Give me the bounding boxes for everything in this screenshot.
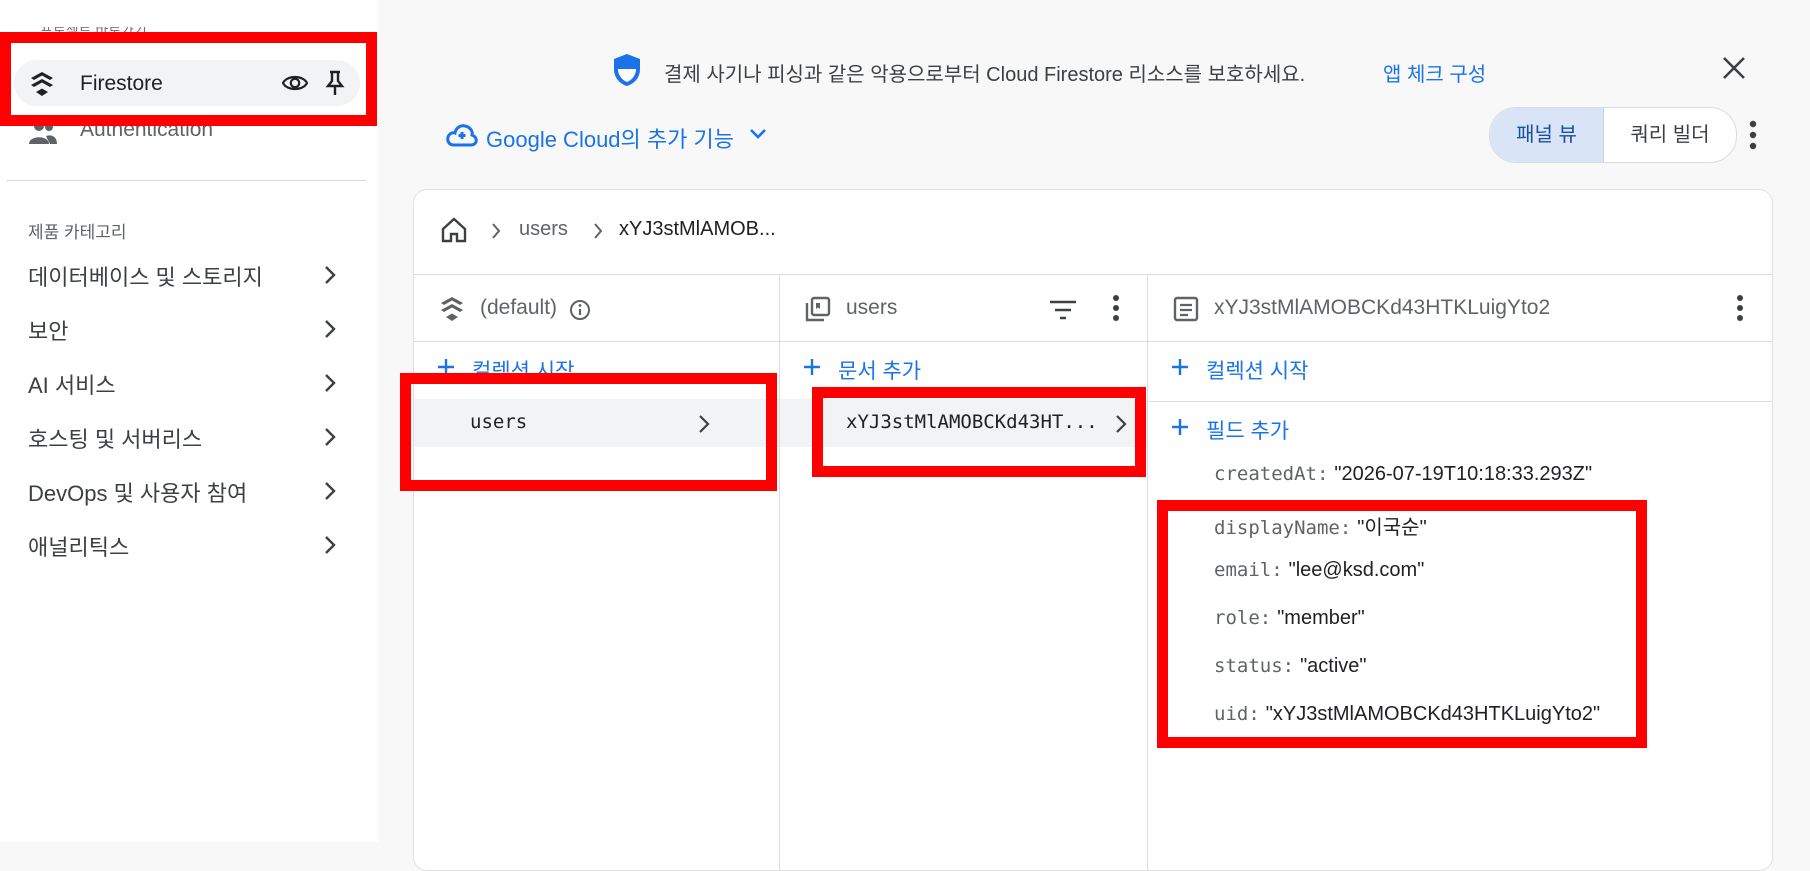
- field-key: createdAt:: [1214, 463, 1329, 485]
- plus-icon: [804, 359, 820, 375]
- field-value: "2026-07-19T10:18:33.293Z": [1334, 463, 1593, 485]
- google-cloud-dropdown[interactable]: Google Cloud의 추가 기능: [486, 122, 734, 154]
- chevron-right-icon: [492, 223, 501, 239]
- more-vert-icon[interactable]: [1745, 118, 1761, 152]
- cloud-icon: [446, 124, 478, 147]
- category-label: 데이터베이스 및 스토리지: [28, 265, 263, 290]
- category-label: 호스팅 및 서버리스: [28, 427, 203, 452]
- firestore-icon: [441, 297, 463, 321]
- chevron-right-icon: [325, 428, 336, 446]
- database-column: (default) 컬렉션 시작 users: [414, 275, 780, 870]
- more-vert-icon[interactable]: [1110, 293, 1122, 323]
- chevron-right-icon: [325, 536, 336, 554]
- filter-icon[interactable]: [1048, 299, 1078, 321]
- collection-column: users 문서 추가 xYJ3stMlAMOBCKd43HT...: [780, 275, 1148, 870]
- column-header: xYJ3stMlAMOBCKd43HTKLuigYto2: [1148, 275, 1772, 342]
- collection-title: users: [846, 296, 898, 319]
- sidebar-category-analytics[interactable]: 애널리틱스: [28, 528, 338, 562]
- info-icon[interactable]: [569, 299, 591, 321]
- collection-icon: [805, 296, 831, 322]
- panel-view-button[interactable]: 패널 뷰: [1490, 108, 1604, 162]
- breadcrumb: users xYJ3stMlAMOB...: [414, 190, 1772, 275]
- column-divider: [1148, 401, 1772, 402]
- shield-icon: [614, 54, 640, 86]
- close-icon[interactable]: [1721, 55, 1747, 81]
- category-label: DevOps 및 사용자 참여: [28, 481, 248, 506]
- plus-icon: [1172, 419, 1188, 435]
- highlight-box-fields: [1157, 500, 1647, 748]
- category-label: AI 서비스: [28, 373, 116, 398]
- chevron-right-icon: [594, 223, 603, 239]
- document-icon: [1173, 296, 1199, 322]
- add-field-label: 필드 추가: [1206, 420, 1290, 443]
- chevron-right-icon: [325, 266, 336, 284]
- add-document-label: 문서 추가: [838, 360, 922, 383]
- highlight-box-collection: [400, 373, 777, 491]
- more-vert-icon[interactable]: [1734, 293, 1746, 323]
- sidebar-category-hosting[interactable]: 호스팅 및 서버리스: [28, 420, 338, 454]
- breadcrumb-collection[interactable]: users: [519, 218, 568, 241]
- query-builder-button[interactable]: 쿼리 빌더: [1604, 108, 1736, 162]
- view-toggle: 패널 뷰 쿼리 빌더: [1489, 107, 1737, 163]
- chevron-right-icon: [325, 320, 336, 338]
- highlight-box-firestore: [0, 32, 377, 126]
- sidebar-category-devops[interactable]: DevOps 및 사용자 참여: [28, 474, 338, 508]
- sidebar-category-database-storage[interactable]: 데이터베이스 및 스토리지: [28, 258, 338, 292]
- database-title: (default): [480, 296, 558, 319]
- sidebar-category-ai[interactable]: AI 서비스: [28, 366, 338, 400]
- document-title: xYJ3stMlAMOBCKd43HTKLuigYto2: [1214, 296, 1551, 319]
- column-header: (default): [414, 275, 779, 342]
- start-collection-label: 컬렉션 시작: [1206, 360, 1309, 383]
- sidebar-divider: [6, 180, 366, 181]
- highlight-box-document: [812, 387, 1146, 477]
- category-label: 보안: [28, 319, 69, 344]
- sidebar-section-title: 제품 카테고리: [28, 223, 127, 242]
- sidebar-category-security[interactable]: 보안: [28, 312, 338, 346]
- plus-icon: [1172, 359, 1188, 375]
- category-label: 애널리틱스: [28, 535, 130, 560]
- field-created-at[interactable]: createdAt: "2026-07-19T10:18:33.293Z": [1214, 463, 1592, 493]
- sidebar: 프로젝트 바로가기 Firestore Authentication 제품 카테…: [0, 0, 378, 842]
- chevron-down-icon[interactable]: [748, 126, 768, 142]
- chevron-right-icon: [325, 482, 336, 500]
- home-icon[interactable]: [440, 216, 468, 244]
- column-header: users: [780, 275, 1147, 342]
- banner-message: 결제 사기나 피싱과 같은 악용으로부터 Cloud Firestore 리소스…: [664, 64, 1306, 86]
- breadcrumb-document[interactable]: xYJ3stMlAMOB...: [619, 218, 776, 241]
- app-check-link[interactable]: 앱 체크 구성: [1383, 58, 1486, 87]
- chevron-right-icon: [325, 374, 336, 392]
